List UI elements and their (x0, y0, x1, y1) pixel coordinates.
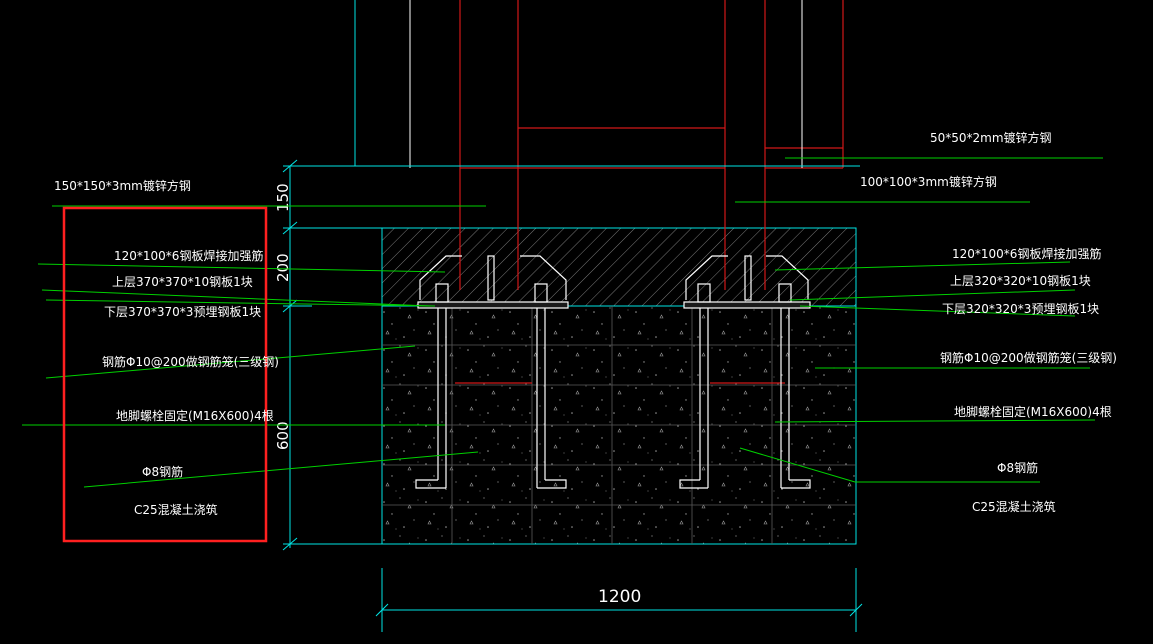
label-left-upper-plate: 上层370*370*10钢板1块 (112, 275, 253, 289)
dim-200: 200 (274, 253, 292, 282)
column-outlines (409, 0, 803, 168)
label-left-stiffener: 120*100*6钢板焊接加强筋 (114, 248, 263, 263)
left-base-plate (417, 301, 569, 309)
label-right-rebar-8: Φ8钢筋 (997, 460, 1038, 475)
label-right-upper-plate: 上层320*320*10钢板1块 (950, 274, 1091, 288)
label-left-anchor-bolt: 地脚螺栓固定(M16X600)4根 (116, 408, 274, 423)
label-right-rebar-cage: 钢筋Φ10@200做钢筋笼(三级钢) (940, 350, 1117, 365)
label-left-tube-150: 150*150*3mm镀锌方钢 (54, 178, 191, 193)
label-left-rebar-cage: 钢筋Φ10@200做钢筋笼(三级钢) (102, 354, 279, 369)
cad-drawing: 150 200 600 1200 150*150*3mm镀锌方钢 120*100… (22, 0, 1117, 632)
label-left-concrete: C25混凝土浇筑 (134, 502, 218, 517)
hatched-cap (381, 227, 857, 307)
dim-1200: 1200 (598, 587, 641, 607)
label-right-anchor-bolt: 地脚螺栓固定(M16X600)4根 (954, 404, 1112, 419)
label-right-tube-50: 50*50*2mm镀锌方钢 (930, 130, 1052, 145)
label-right-concrete: C25混凝土浇筑 (972, 499, 1056, 514)
label-left-rebar-8: Φ8钢筋 (142, 464, 183, 479)
dim-600: 600 (274, 421, 292, 450)
dim-150: 150 (274, 183, 292, 212)
label-right-stiffener: 120*100*6钢板焊接加强筋 (952, 246, 1101, 261)
label-right-tube-100: 100*100*3mm镀锌方钢 (860, 174, 997, 189)
label-left-lower-plate: 下层370*370*3预埋钢板1块 (104, 305, 261, 319)
foundation (381, 227, 857, 545)
label-right-lower-plate: 下层320*320*3预埋钢板1块 (942, 302, 1099, 316)
right-base-plate (683, 301, 811, 309)
